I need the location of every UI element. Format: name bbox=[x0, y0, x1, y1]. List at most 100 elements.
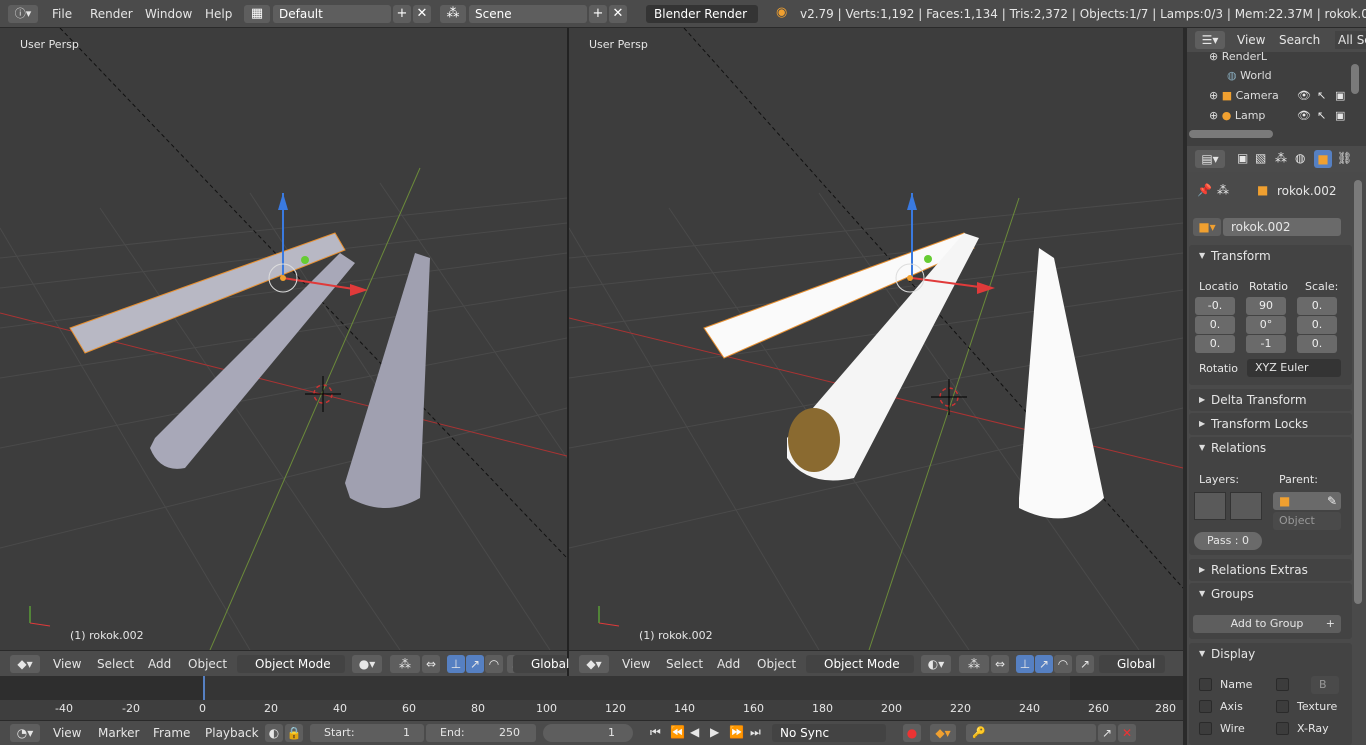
rotate-icon[interactable]: ↗ bbox=[1035, 655, 1053, 673]
add-to-group-button[interactable]: Add to Group + bbox=[1193, 615, 1341, 633]
bounds-checkbox[interactable] bbox=[1276, 678, 1289, 691]
outliner-menu-view[interactable]: View bbox=[1237, 33, 1265, 47]
render-icon[interactable]: ▣ bbox=[1335, 89, 1345, 102]
start-frame-field[interactable]: Start: 1 bbox=[310, 724, 424, 742]
scene-tab-icon[interactable]: ⁂ bbox=[1275, 151, 1287, 165]
menu-frame[interactable]: Frame bbox=[153, 726, 190, 740]
lock-icon[interactable]: 🔒 bbox=[285, 724, 303, 742]
current-frame-field[interactable]: 1 bbox=[543, 724, 633, 742]
menu-window[interactable]: Window bbox=[145, 7, 192, 21]
translate-icon[interactable]: ⊥ bbox=[447, 655, 465, 673]
menu-view[interactable]: View bbox=[53, 657, 81, 671]
scale-z-field[interactable]: 0. bbox=[1297, 335, 1337, 353]
groups-panel-header[interactable]: ▼ Groups bbox=[1189, 583, 1352, 605]
sync-select[interactable]: No Sync bbox=[772, 724, 886, 742]
rotation-y-field[interactable]: 0° bbox=[1246, 316, 1286, 334]
menu-file[interactable]: File bbox=[52, 7, 72, 21]
shading-select-icon[interactable]: ●▾ bbox=[352, 655, 382, 673]
menu-playback[interactable]: Playback bbox=[205, 726, 259, 740]
manipulator-toggle-icon[interactable]: ⇔ bbox=[991, 655, 1009, 673]
transform-locks-panel[interactable]: ▶ Transform Locks bbox=[1189, 413, 1352, 435]
outliner-item-renderlayers[interactable]: ⊕ RenderL bbox=[1209, 50, 1267, 63]
menu-object[interactable]: Object bbox=[757, 657, 796, 671]
wire-checkbox[interactable] bbox=[1199, 722, 1212, 735]
layout-field[interactable]: Default bbox=[273, 5, 391, 23]
object-tab-icon[interactable]: ■ bbox=[1314, 150, 1332, 168]
add-layout-icon[interactable]: + bbox=[393, 5, 411, 23]
layers-grid-a[interactable] bbox=[1194, 492, 1226, 520]
rotation-x-field[interactable]: 90 bbox=[1246, 297, 1286, 315]
cursor-icon[interactable]: ↖ bbox=[1317, 109, 1326, 122]
info-editor-icon[interactable]: ⓘ▾ bbox=[8, 5, 38, 23]
relations-extras-panel[interactable]: ▶ Relations Extras bbox=[1189, 559, 1352, 581]
preview-range-icon[interactable]: ◐ bbox=[265, 724, 283, 742]
jump-end-icon[interactable]: ⏭ bbox=[750, 725, 761, 740]
eye-icon[interactable]: 👁 bbox=[1297, 109, 1311, 122]
play-icon[interactable]: ▶ bbox=[710, 725, 719, 739]
menu-add[interactable]: Add bbox=[717, 657, 740, 671]
outliner-menu-search[interactable]: Search bbox=[1279, 33, 1320, 47]
keying-set-field[interactable]: 🔑 bbox=[966, 724, 1096, 742]
outliner-filter-select[interactable]: All Sc bbox=[1335, 31, 1366, 49]
mode-select[interactable]: Object Mode bbox=[237, 655, 345, 673]
editor-type-icon[interactable]: ◆▾ bbox=[10, 655, 40, 673]
scale-icon[interactable]: ◠ bbox=[485, 655, 503, 673]
cursor-icon[interactable]: ↖ bbox=[1317, 89, 1326, 102]
end-frame-field[interactable]: End: 250 bbox=[426, 724, 536, 742]
menu-select[interactable]: Select bbox=[666, 657, 703, 671]
rotation-z-field[interactable]: -1 bbox=[1246, 335, 1286, 353]
outliner-item-lamp[interactable]: ⊕ ● Lamp bbox=[1209, 109, 1265, 122]
keyframe-prev-icon[interactable]: ⏪ bbox=[670, 725, 685, 739]
orientation-select[interactable]: Global bbox=[1099, 655, 1165, 673]
outliner-item-world[interactable]: ◍ World bbox=[1227, 69, 1272, 82]
scene-field[interactable]: Scene bbox=[469, 5, 587, 23]
play-reverse-icon[interactable]: ◀ bbox=[690, 725, 699, 739]
scale-y-field[interactable]: 0. bbox=[1297, 316, 1337, 334]
xray-checkbox[interactable] bbox=[1276, 722, 1289, 735]
menu-select[interactable]: Select bbox=[97, 657, 134, 671]
eye-icon[interactable]: 👁 bbox=[1297, 89, 1311, 102]
keyframe-next-icon[interactable]: ⏩ bbox=[729, 725, 744, 739]
remove-layout-icon[interactable]: ✕ bbox=[413, 5, 431, 23]
location-z-field[interactable]: 0. bbox=[1195, 335, 1235, 353]
outliner-vscrollbar[interactable] bbox=[1351, 64, 1359, 94]
transform-panel-header[interactable]: ▼ Transform bbox=[1189, 245, 1352, 267]
manipulator-toggle-icon[interactable]: ⇔ bbox=[422, 655, 440, 673]
menu-view[interactable]: View bbox=[622, 657, 650, 671]
relations-panel-header[interactable]: ▼ Relations bbox=[1189, 437, 1352, 459]
editor-type-icon[interactable]: ◔▾ bbox=[10, 724, 40, 742]
scene-icon[interactable]: ⁂ bbox=[440, 5, 466, 23]
location-x-field[interactable]: -0. bbox=[1195, 297, 1235, 315]
constraints-tab-icon[interactable]: ⛓ bbox=[1337, 151, 1352, 165]
remove-scene-icon[interactable]: ✕ bbox=[609, 5, 627, 23]
display-panel-header[interactable]: ▼ Display bbox=[1189, 643, 1352, 665]
parent-field[interactable]: ■ ✎ bbox=[1273, 492, 1341, 510]
layers-grid-b[interactable] bbox=[1230, 492, 1262, 520]
delta-transform-panel[interactable]: ▶ Delta Transform bbox=[1189, 389, 1352, 411]
add-scene-icon[interactable]: + bbox=[589, 5, 607, 23]
layers-tab-icon[interactable]: ▧ bbox=[1255, 151, 1266, 165]
eyedropper-icon[interactable]: ✎ bbox=[1327, 492, 1341, 510]
viewport-left[interactable]: User Persp (1) rokok.002 bbox=[0, 28, 567, 650]
location-y-field[interactable]: 0. bbox=[1195, 316, 1235, 334]
properties-vscrollbar[interactable] bbox=[1354, 180, 1362, 604]
menu-help[interactable]: Help bbox=[205, 7, 232, 21]
scale-icon[interactable]: ◠ bbox=[1054, 655, 1072, 673]
rotation-mode-select[interactable]: XYZ Euler bbox=[1247, 359, 1341, 377]
outliner-hscrollbar[interactable] bbox=[1189, 130, 1273, 138]
keying-set-icon[interactable]: ◆▾ bbox=[930, 724, 956, 742]
orientation-select[interactable]: Global bbox=[513, 655, 569, 673]
translate-icon[interactable]: ⊥ bbox=[1016, 655, 1034, 673]
rotate-icon[interactable]: ↗ bbox=[466, 655, 484, 673]
bounds-type-select[interactable]: B bbox=[1311, 676, 1339, 694]
outliner-editor-icon[interactable]: ☰▾ bbox=[1195, 31, 1225, 49]
pivot-icon[interactable]: ⁂ bbox=[390, 655, 420, 673]
timeline[interactable]: -40 -20 0 20 40 60 80 100 120 140 160 18… bbox=[0, 676, 1183, 720]
jump-start-icon[interactable]: ⏮ bbox=[650, 725, 661, 740]
pin-icon[interactable]: 📌 bbox=[1197, 183, 1212, 197]
texture-space-checkbox[interactable] bbox=[1276, 700, 1289, 713]
snap-icon[interactable]: ↗ bbox=[1076, 655, 1094, 673]
world-tab-icon[interactable]: ◍ bbox=[1295, 151, 1305, 165]
parent-type-select[interactable]: Object bbox=[1273, 512, 1341, 530]
menu-marker[interactable]: Marker bbox=[98, 726, 139, 740]
